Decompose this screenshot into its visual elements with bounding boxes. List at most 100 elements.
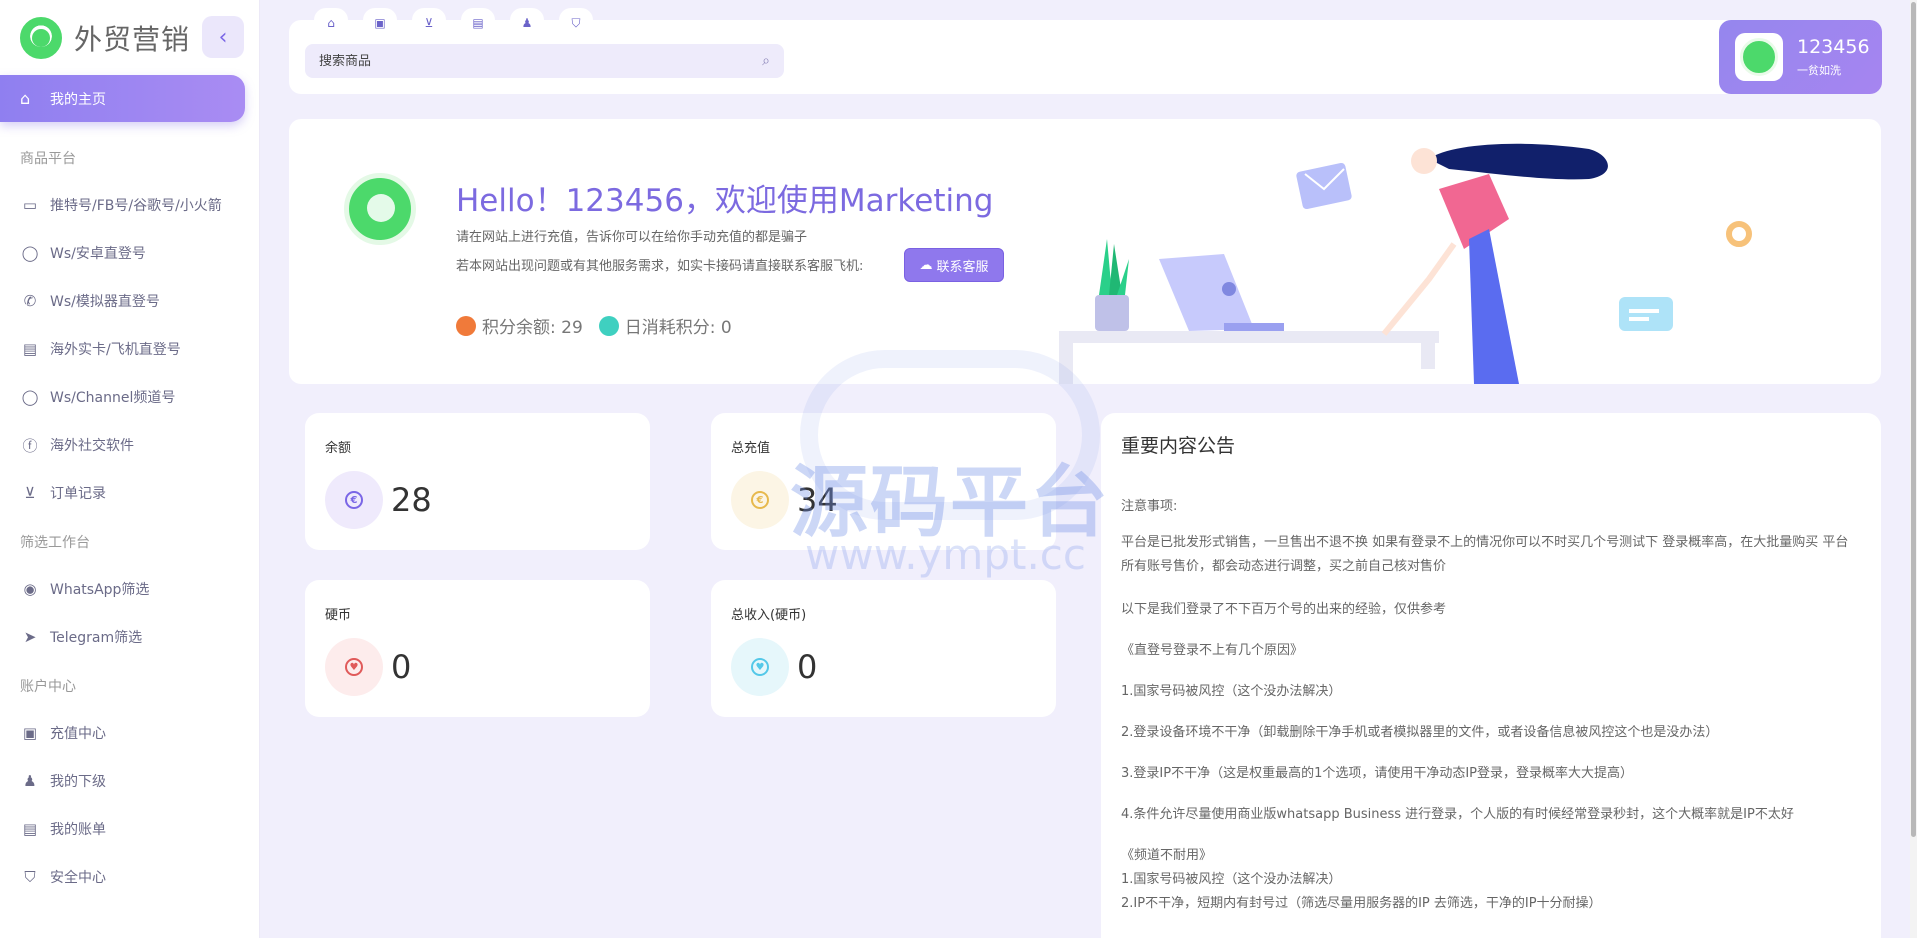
- tab-bill[interactable]: ▤: [461, 8, 495, 38]
- sidebar-item-label: 海外实卡/飞机直登号: [50, 342, 181, 358]
- wallet-icon: ▣: [374, 16, 386, 30]
- announcement-title: 重要内容公告: [1121, 435, 1236, 457]
- announcement-line: 平台是已批发形式销售，一旦售出不退不换 如果有登录不上的情况你可以不时买几个号测…: [1121, 535, 1849, 574]
- sidebar-item-ws-android[interactable]: ◯ Ws/安卓直登号: [20, 241, 146, 265]
- announcement-line: 2.IP不干净，短期内有封号过（筛选尽量用服务器的IP 去筛选，干净的IP十分耐…: [1121, 896, 1602, 911]
- whatsapp-icon: ◉: [23, 580, 37, 598]
- sidebar-item-label: Ws/模拟器直登号: [50, 294, 160, 310]
- sidebar-item-orders[interactable]: ⊻ 订单记录: [20, 481, 107, 505]
- sidebar-item-overseas-card[interactable]: ▤ 海外实卡/飞机直登号: [20, 337, 181, 361]
- brand-logo: [20, 17, 62, 59]
- avatar: [1735, 33, 1783, 81]
- tab-wallet[interactable]: ▣: [363, 8, 397, 38]
- announcement-panel: 重要内容公告 注意事项: 平台是已批发形式销售，一旦售出不退不换 如果有登录不上…: [1101, 413, 1881, 938]
- section-title-filter: 筛选工作台: [20, 535, 90, 551]
- bill-icon: ▤: [22, 820, 38, 838]
- sidebar-item-ws-channel[interactable]: ◯ Ws/Channel频道号: [20, 385, 176, 409]
- section-title-products: 商品平台: [20, 151, 76, 167]
- whatsapp-icon: ◯: [21, 388, 39, 406]
- sidebar-item-bills[interactable]: ▤ 我的账单: [20, 817, 106, 841]
- welcome-logo: [344, 173, 416, 245]
- cart-icon: ⊻: [24, 484, 36, 502]
- sidebar-item-label: Ws/安卓直登号: [50, 246, 146, 262]
- sidebar-item-recharge[interactable]: ▣ 充值中心: [20, 721, 106, 745]
- sidebar-item-home[interactable]: ⌂ 我的主页: [0, 75, 245, 122]
- facebook-icon: ⓕ: [22, 436, 38, 455]
- coins-card: 硬币 ♥ 0: [305, 580, 650, 717]
- points-balance: 积分余额: 29: [482, 318, 583, 338]
- brand[interactable]: 外贸营销: [20, 16, 190, 60]
- page-scrollbar[interactable]: [1910, 0, 1917, 938]
- sidebar-item-subordinates[interactable]: ♟ 我的下级: [20, 769, 106, 793]
- sidebar-item-label: 海外社交软件: [50, 438, 134, 454]
- collapse-sidebar-button[interactable]: ‹: [202, 16, 244, 58]
- card-value: 0: [391, 648, 412, 686]
- welcome-notice: 请在网站上进行充值，告诉你可以在给你手动充值的都是骗子: [456, 230, 808, 245]
- announcement-line: 以下是我们登录了不下百万个号的出来的经验，仅供参考: [1121, 602, 1447, 617]
- tab-home[interactable]: ⌂: [314, 8, 348, 38]
- card-label: 硬币: [325, 608, 352, 623]
- sidebar-item-label: 推特号/FB号/谷歌号/小火箭: [50, 198, 222, 214]
- euro-icon: €: [731, 471, 789, 529]
- section-title-account: 账户中心: [20, 679, 76, 695]
- chat-icon: ☁: [919, 257, 933, 273]
- total-income-card: 总收入(硬币) ♥ 0: [711, 580, 1056, 717]
- bill-icon: ▤: [472, 16, 484, 30]
- welcome-title: Hello！123456，欢迎使用Marketing: [456, 183, 994, 219]
- shield-icon: ⛉: [571, 15, 581, 30]
- sidebar-item-social-software[interactable]: ⓕ 海外社交软件: [20, 433, 134, 457]
- points-summary: 积分余额: 29 日消耗积分: 0: [456, 313, 732, 338]
- search-icon[interactable]: ⌕: [762, 53, 770, 69]
- announcement-line: 3.登录IP不干净（这是权重最高的1个选项，请使用干净动态IP登录，登录概率大大…: [1121, 766, 1634, 781]
- home-icon: ⌂: [327, 16, 335, 30]
- welcome-contact-notice: 若本网站出现问题或有其他服务需求，如实卡接码请直接联系客服飞机:: [456, 259, 864, 274]
- database-icon: [598, 315, 619, 336]
- user-star-icon: ♟: [521, 16, 533, 30]
- announcement-line: 《直登号登录不上有几个原因》: [1121, 643, 1304, 658]
- search-input[interactable]: [319, 53, 763, 69]
- whatsapp-icon: ◯: [21, 244, 39, 262]
- chevron-left-icon: ‹: [218, 24, 228, 50]
- card-label: 总收入(硬币): [731, 608, 807, 623]
- announcement-line: 1.国家号码被风控（这个没办法解决）: [1121, 872, 1342, 887]
- heart-coin-icon: ♥: [731, 638, 789, 696]
- scrollbar-thumb[interactable]: [1911, 2, 1916, 837]
- total-recharge-card: 总充值 € 34: [711, 413, 1056, 550]
- sidebar-item-whatsapp-filter[interactable]: ◉ WhatsApp筛选: [20, 577, 149, 601]
- sidebar-item-telegram-filter[interactable]: ➤ Telegram筛选: [20, 625, 142, 649]
- card-value: 28: [391, 481, 432, 519]
- user-name: 123456: [1797, 36, 1870, 58]
- sidebar-item-twitter-fb[interactable]: ▭ 推特号/FB号/谷歌号/小火箭: [20, 193, 222, 217]
- announcement-line: 2.登录设备环境不干净（卸载删除干净手机或者模拟器里的文件，或者设备信息被风控这…: [1121, 725, 1719, 740]
- tab-user[interactable]: ♟: [510, 8, 544, 38]
- card-label: 余额: [325, 441, 352, 456]
- cart-icon: ⊻: [424, 16, 434, 30]
- announcement-line: 1.国家号码被风控（这个没办法解决）: [1121, 684, 1342, 699]
- tab-security[interactable]: ⛉: [559, 8, 593, 38]
- announcement-line: 注意事项:: [1121, 499, 1178, 514]
- sidebar-item-label: 我的下级: [50, 774, 106, 790]
- sidebar-item-ws-emulator[interactable]: ✆ Ws/模拟器直登号: [20, 289, 160, 313]
- sidebar-item-label: Telegram筛选: [50, 630, 143, 646]
- sidebar: 外贸营销 ‹ ⌂ 我的主页 商品平台 ▭ 推特号/FB号/谷歌号/小火箭 ◯ W…: [0, 0, 260, 938]
- balance-card: 余额 € 28: [305, 413, 650, 550]
- phone-icon: ✆: [23, 292, 37, 310]
- card-value: 0: [797, 648, 818, 686]
- quick-tabs: ⌂ ▣ ⊻ ▤ ♟ ⛉: [314, 8, 608, 38]
- welcome-card: Hello！123456，欢迎使用Marketing 请在网站上进行充值，告诉你…: [289, 119, 1881, 384]
- shield-icon: ⛉: [24, 868, 36, 886]
- wallet-icon: ▣: [22, 724, 38, 742]
- welcome-illustration: [1059, 143, 1752, 384]
- telegram-icon: ➤: [23, 628, 37, 646]
- card-label: 总充值: [731, 441, 771, 456]
- user-subtitle: 一贫如洗: [1797, 64, 1841, 77]
- sidebar-item-label: 安全中心: [50, 870, 106, 886]
- user-card[interactable]: 123456 一贫如洗: [1719, 20, 1882, 94]
- document-icon: ▤: [22, 340, 38, 358]
- tab-cart[interactable]: ⊻: [412, 8, 446, 38]
- sidebar-item-security[interactable]: ⛉ 安全中心: [20, 865, 106, 889]
- announcement-line: 《频道不耐用》: [1121, 848, 1213, 863]
- home-icon: ⌂: [20, 89, 31, 108]
- contact-support-button[interactable]: ☁ 联系客服: [904, 248, 1004, 282]
- user-star-icon: ♟: [23, 772, 37, 790]
